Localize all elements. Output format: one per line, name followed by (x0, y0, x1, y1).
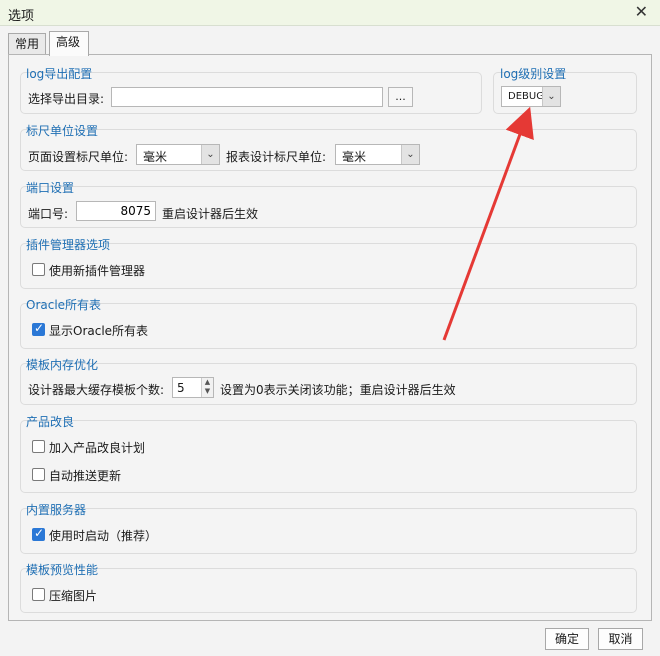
log-level-value: DEBUG (508, 91, 544, 102)
new-plugin-manager-checkbox[interactable] (32, 263, 45, 276)
template-cache-note: 设置为0表示关闭该功能；重启设计器后生效 (220, 383, 456, 397)
show-oracle-tables-label: 显示Oracle所有表 (49, 324, 149, 338)
log-level-select[interactable]: DEBUG ⌄ (501, 86, 561, 107)
plugin-title: 插件管理器选项 (26, 238, 111, 252)
new-plugin-manager-label: 使用新插件管理器 (49, 264, 146, 278)
page-ruler-label: 页面设置标尺单位: (28, 150, 129, 164)
tab-common[interactable]: 常用 (8, 33, 46, 55)
close-icon[interactable]: ✕ (635, 2, 648, 21)
chevron-down-icon: ⌄ (401, 145, 419, 164)
chevron-down-icon: ⌄ (542, 87, 560, 106)
auto-push-update-label: 自动推送更新 (49, 469, 122, 483)
improve-title: 产品改良 (26, 415, 75, 429)
template-cache-title: 模板内存优化 (26, 358, 99, 372)
page-ruler-select[interactable]: 毫米 ⌄ (136, 144, 220, 165)
tab-advanced[interactable]: 高级 (49, 31, 89, 56)
show-oracle-tables-checkbox[interactable] (32, 321, 45, 336)
template-cache-stepper[interactable]: 5 ▲ ▼ (172, 377, 214, 398)
tab-common-label: 常用 (15, 37, 40, 51)
ok-button[interactable]: 确定 (545, 628, 589, 650)
server-title: 内置服务器 (26, 503, 87, 517)
join-improvement-label: 加入产品改良计划 (49, 441, 146, 455)
ruler-title: 标尺单位设置 (26, 124, 99, 138)
join-improvement-checkbox[interactable] (32, 440, 45, 453)
chevron-down-icon: ⌄ (201, 145, 219, 164)
preview-group (20, 568, 637, 613)
log-export-title: log导出配置 (26, 67, 93, 81)
port-input[interactable] (76, 201, 156, 221)
oracle-title: Oracle所有表 (26, 298, 102, 312)
auto-push-update-checkbox[interactable] (32, 468, 45, 481)
template-cache-value: 5 (177, 381, 185, 395)
tab-advanced-label: 高级 (56, 35, 81, 49)
preview-title: 模板预览性能 (26, 563, 99, 577)
port-note: 重启设计器后生效 (162, 207, 259, 221)
report-ruler-label: 报表设计标尺单位: (226, 150, 327, 164)
start-server-checkbox[interactable] (32, 526, 45, 541)
browse-button[interactable]: ... (388, 87, 413, 107)
page-ruler-value: 毫米 (143, 150, 168, 164)
report-ruler-select[interactable]: 毫米 ⌄ (335, 144, 420, 165)
spinner-arrows-icon[interactable]: ▲ ▼ (201, 378, 213, 397)
port-label: 端口号: (28, 207, 69, 221)
start-server-label: 使用时启动（推荐） (49, 529, 158, 543)
report-ruler-value: 毫米 (342, 150, 367, 164)
compress-images-label: 压缩图片 (49, 589, 98, 603)
window-title: 选项 (8, 9, 35, 24)
export-dir-label: 选择导出目录: (28, 92, 105, 106)
port-title: 端口设置 (26, 181, 75, 195)
export-dir-input[interactable] (111, 87, 383, 107)
cancel-button[interactable]: 取消 (598, 628, 643, 650)
log-level-title: log级别设置 (500, 67, 567, 81)
compress-images-checkbox[interactable] (32, 588, 45, 601)
template-cache-label: 设计器最大缓存模板个数: (28, 383, 165, 397)
title-bar: 选项 ✕ (0, 0, 660, 26)
